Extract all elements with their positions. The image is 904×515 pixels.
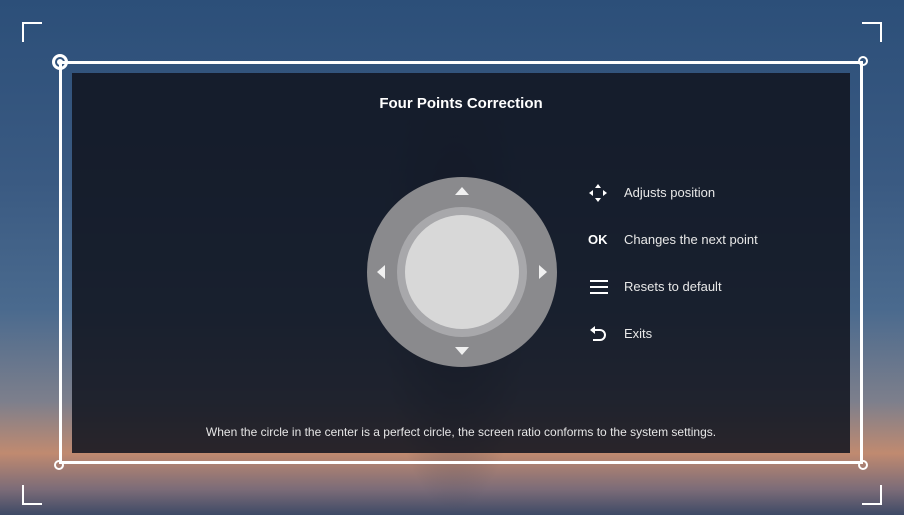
screen-corner-top-left (22, 22, 42, 42)
legend-label: Exits (624, 326, 653, 341)
legend-label: Resets to default (624, 279, 722, 294)
dpad-center-circle[interactable] (405, 215, 519, 329)
screen-corner-top-right (862, 22, 882, 42)
back-icon (588, 324, 612, 344)
screen-corner-bottom-left (22, 485, 42, 505)
menu-icon (588, 277, 612, 297)
arrow-left-icon[interactable] (377, 265, 385, 279)
correction-panel: Four Points Correction Adjusts position … (72, 73, 850, 453)
dpad-control[interactable] (367, 177, 557, 367)
arrow-down-icon[interactable] (455, 347, 469, 355)
corner-point-bottom-left[interactable] (54, 460, 64, 470)
footer-note: When the circle in the center is a perfe… (205, 425, 717, 439)
corner-point-top-left-selected[interactable] (52, 54, 68, 70)
legend-item-reset: Resets to default (588, 275, 828, 322)
legend-item-ok: OK Changes the next point (588, 228, 828, 275)
legend-item-adjust: Adjusts position (588, 181, 828, 228)
legend-item-exit: Exits (588, 322, 828, 369)
arrow-right-icon[interactable] (539, 265, 547, 279)
directional-arrows-icon (588, 183, 612, 203)
corner-point-top-right[interactable] (858, 56, 868, 66)
arrow-up-icon[interactable] (455, 187, 469, 195)
controls-legend: Adjusts position OK Changes the next poi… (588, 181, 828, 369)
legend-label: Adjusts position (624, 185, 716, 200)
ok-icon: OK (588, 232, 608, 247)
screen-corner-bottom-right (862, 485, 882, 505)
page-title: Four Points Correction (379, 95, 543, 112)
corner-point-bottom-right[interactable] (858, 460, 868, 470)
legend-label: Changes the next point (624, 232, 758, 247)
